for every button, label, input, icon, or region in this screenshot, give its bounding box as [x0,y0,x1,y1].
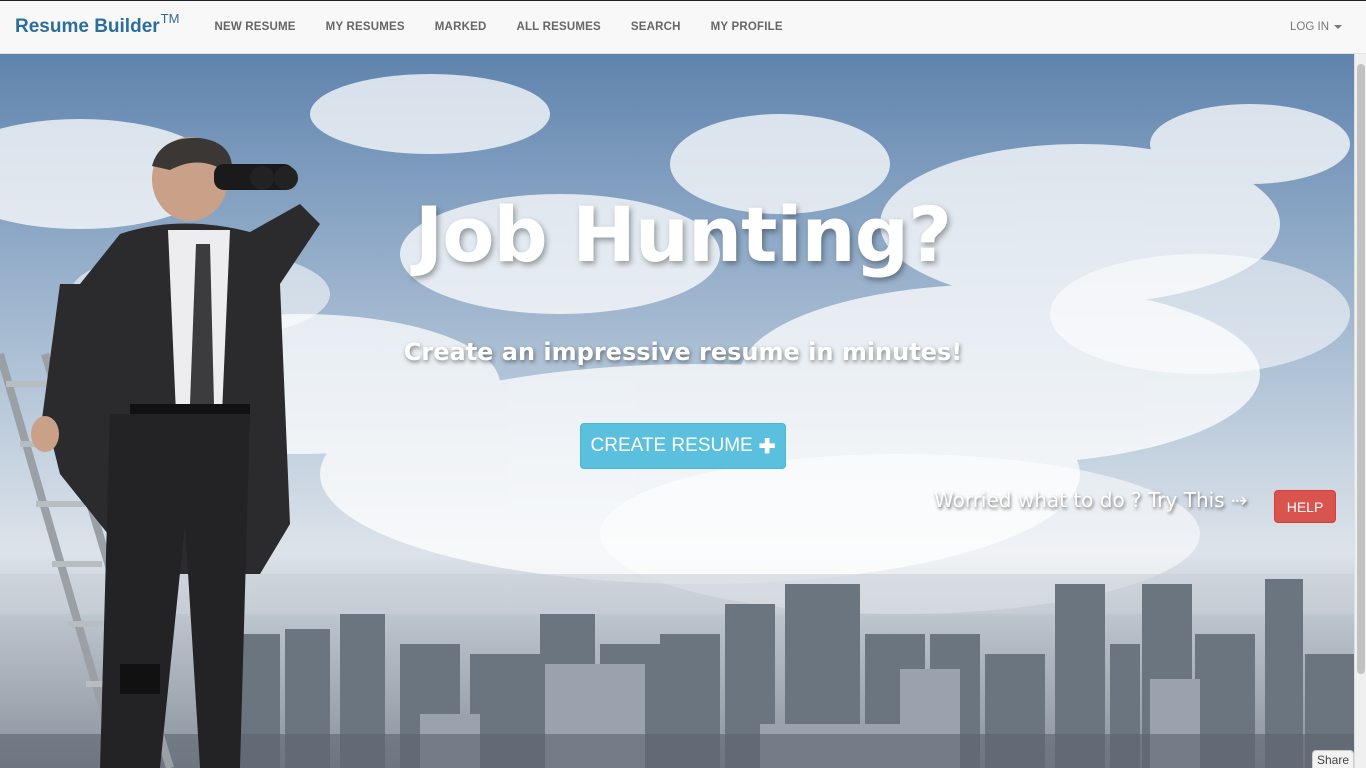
help-button[interactable]: HELP [1274,490,1336,523]
plus-icon: ✚ [758,435,776,458]
nav-marked[interactable]: MARKED [420,21,502,33]
login-label: LOG IN [1290,21,1329,33]
hero-subline: Create an impressive resume in minutes! [403,338,963,366]
brand-name: Resume Builder [15,16,160,37]
nav-search[interactable]: SEARCH [616,21,696,33]
navbar: Resume Builder TM NEW RESUME MY RESUMES … [0,0,1366,54]
nav-new-resume[interactable]: NEW RESUME [199,21,310,33]
help-prompt-text: Worried what to do ? Try This ⇢ [934,488,1248,512]
hero-banner: Job Hunting? Create an impressive resume… [0,54,1354,768]
hero-background-image [0,74,1354,768]
brand-trademark: TM [160,11,180,26]
caret-down-icon [1334,25,1342,29]
create-resume-label: CREATE RESUME [590,435,753,456]
nav-my-resumes[interactable]: MY RESUMES [311,21,420,33]
login-dropdown[interactable]: LOG IN [1290,21,1342,33]
nav-my-profile[interactable]: MY PROFILE [696,21,798,33]
page-scrollbar[interactable] [1354,54,1366,768]
hero-headline: Job Hunting? [414,190,952,279]
nav-links: NEW RESUME MY RESUMES MARKED ALL RESUMES… [199,21,797,33]
brand-link[interactable]: Resume Builder TM [15,11,179,38]
share-tab[interactable]: Share [1312,750,1354,768]
scrollbar-thumb[interactable] [1357,64,1365,674]
create-resume-button[interactable]: CREATE RESUME ✚ [580,423,786,469]
nav-all-resumes[interactable]: ALL RESUMES [501,21,615,33]
